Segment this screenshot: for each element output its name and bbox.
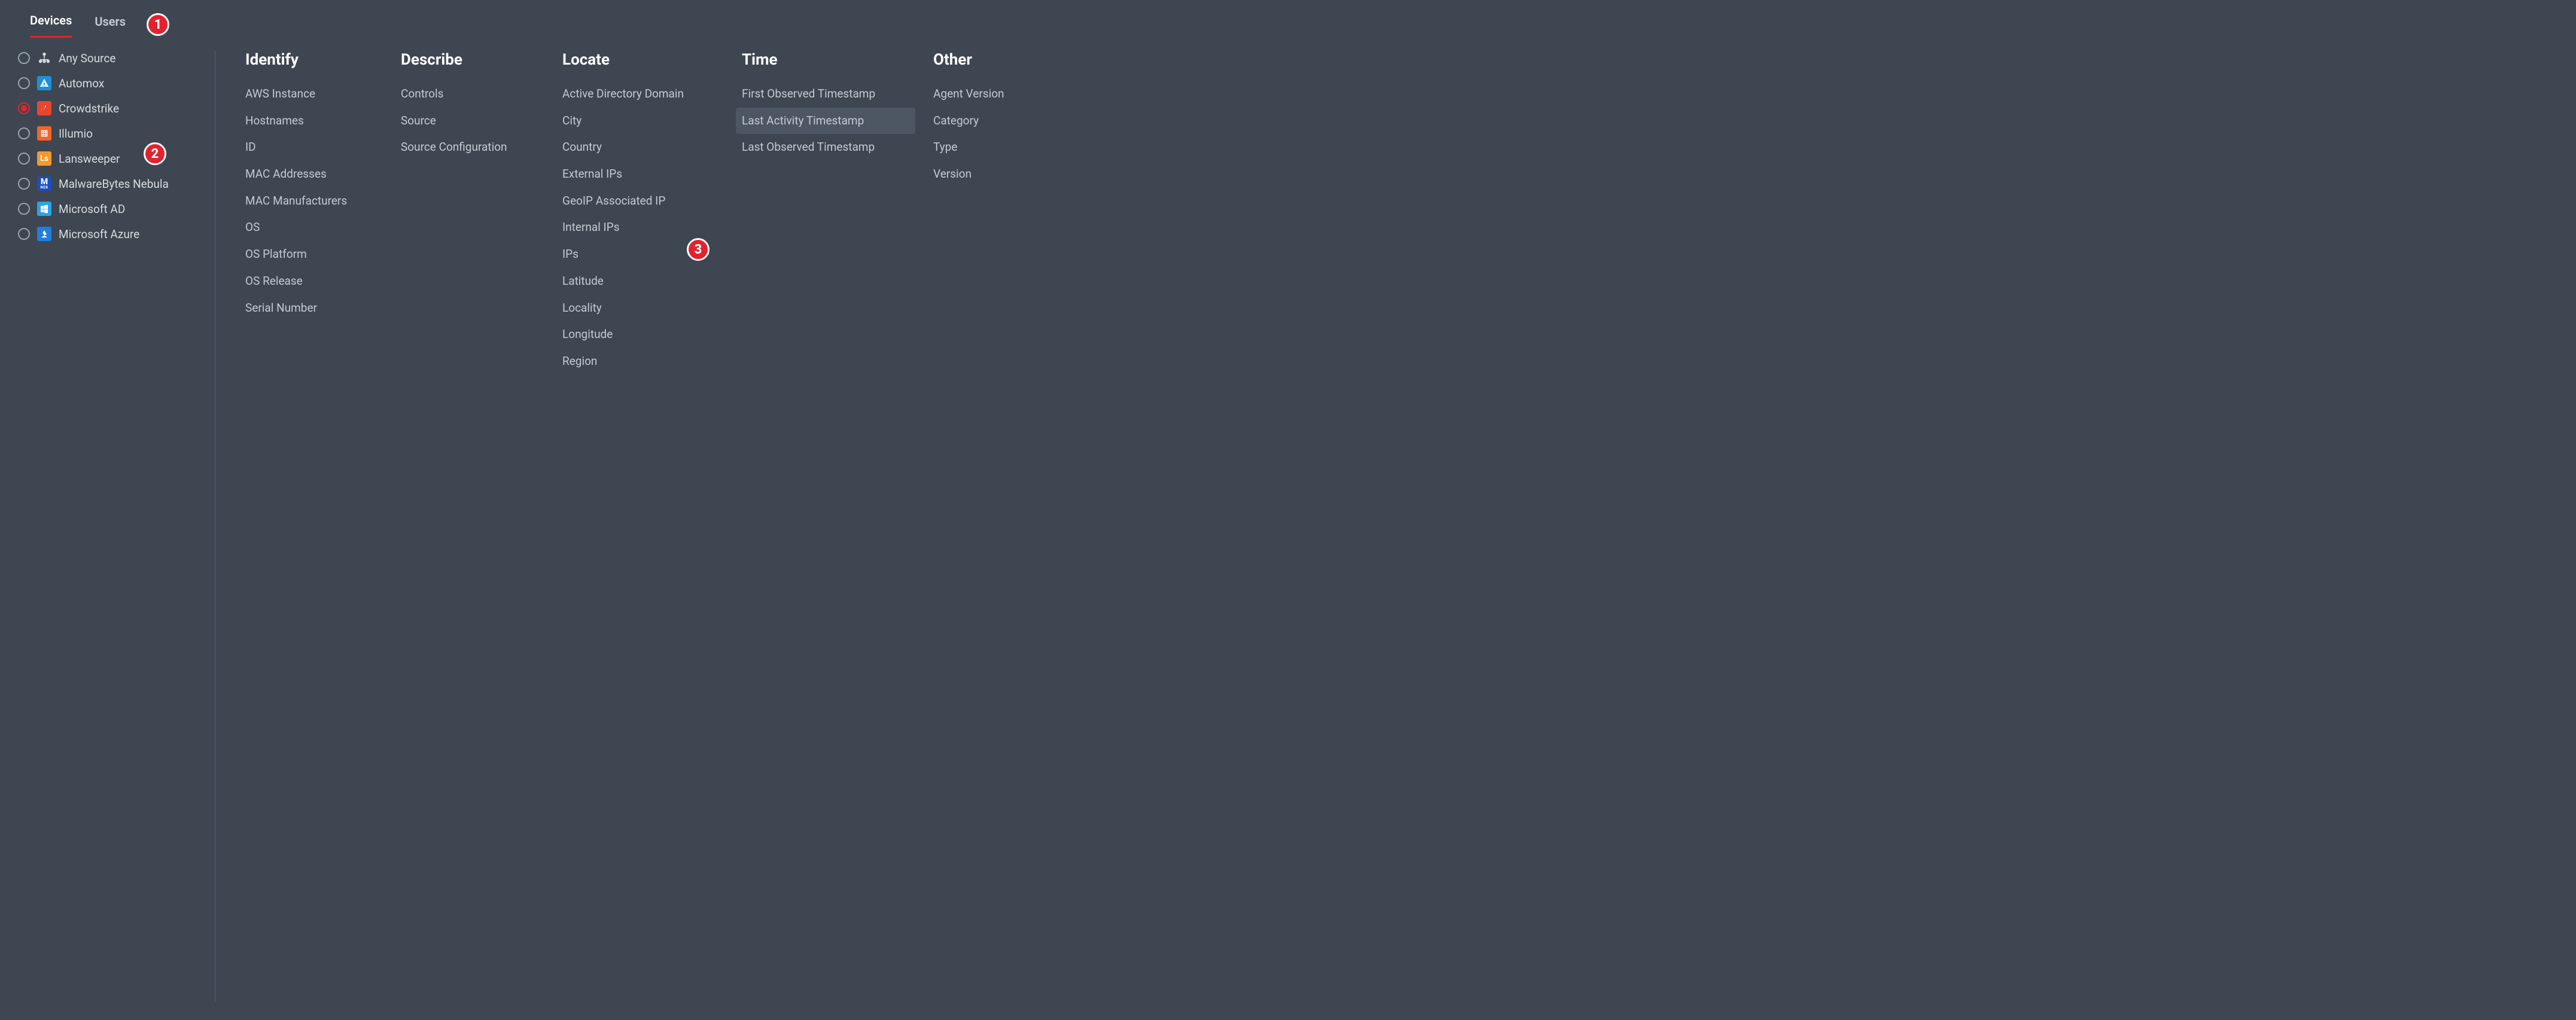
field-type[interactable]: Type bbox=[933, 134, 1035, 161]
source-label: MalwareBytes Nebula bbox=[59, 177, 169, 191]
tab-users[interactable]: Users bbox=[95, 10, 126, 37]
source-label: Automox bbox=[59, 77, 104, 90]
field-id[interactable]: ID bbox=[245, 134, 383, 161]
field-agent-version[interactable]: Agent Version bbox=[933, 81, 1035, 108]
field-aws-instance[interactable]: AWS Instance bbox=[245, 81, 383, 108]
illumio-icon bbox=[37, 126, 51, 141]
field-region[interactable]: Region bbox=[562, 348, 724, 375]
column-heading: Identify bbox=[245, 51, 383, 69]
field-version[interactable]: Version bbox=[933, 161, 1035, 188]
source-label: Illumio bbox=[59, 127, 93, 141]
column-locate: Locate Active Directory DomainCityCountry… bbox=[562, 51, 724, 1002]
field-first-observed-timestamp[interactable]: First Observed Timestamp bbox=[742, 81, 915, 108]
field-last-activity-timestamp[interactable]: Last Activity Timestamp bbox=[736, 108, 915, 135]
field-last-observed-timestamp[interactable]: Last Observed Timestamp bbox=[742, 134, 915, 161]
field-mac-manufacturers[interactable]: MAC Manufacturers bbox=[245, 188, 383, 215]
source-item-malwarebytes-nebula[interactable]: MNEB MalwareBytes Nebula bbox=[18, 176, 204, 191]
any-source-icon bbox=[37, 51, 51, 65]
field-source[interactable]: Source bbox=[401, 108, 544, 135]
field-serial-number[interactable]: Serial Number bbox=[245, 295, 383, 322]
field-active-directory-domain[interactable]: Active Directory Domain bbox=[562, 81, 724, 108]
automox-icon bbox=[37, 76, 51, 90]
radio-icon bbox=[18, 102, 30, 114]
source-item-lansweeper[interactable]: Ls Lansweeper bbox=[18, 151, 204, 166]
radio-icon bbox=[18, 228, 30, 240]
lansweeper-icon: Ls bbox=[37, 151, 51, 166]
field-locality[interactable]: Locality bbox=[562, 295, 724, 322]
malwarebytes-icon: MNEB bbox=[37, 176, 51, 191]
column-describe: Describe ControlsSourceSource Configurati… bbox=[401, 51, 544, 1002]
field-country[interactable]: Country bbox=[562, 134, 724, 161]
radio-icon bbox=[18, 178, 30, 190]
source-item-crowdstrike[interactable]: Crowdstrike bbox=[18, 101, 204, 115]
field-ips[interactable]: IPs bbox=[562, 241, 724, 268]
field-geoip-associated-ip[interactable]: GeoIP Associated IP bbox=[562, 188, 724, 215]
field-os-platform[interactable]: OS Platform bbox=[245, 241, 383, 268]
column-heading: Locate bbox=[562, 51, 724, 69]
source-item-automox[interactable]: Automox bbox=[18, 76, 204, 90]
column-time: TimeFirst Observed TimestampLast Activit… bbox=[742, 51, 915, 1002]
source-item-illumio[interactable]: Illumio bbox=[18, 126, 204, 141]
source-label: Any Source bbox=[59, 51, 115, 65]
radio-icon bbox=[18, 153, 30, 165]
field-latitude[interactable]: Latitude bbox=[562, 268, 724, 295]
field-internal-ips[interactable]: Internal IPs bbox=[562, 214, 724, 241]
field-source-configuration[interactable]: Source Configuration bbox=[401, 134, 544, 161]
field-os[interactable]: OS bbox=[245, 214, 383, 241]
source-list: Any Source Automox Crowdstrike Illumio Ls Lan… bbox=[18, 51, 215, 1002]
tabs-bar: Devices Users bbox=[30, 8, 2558, 38]
field-mac-addresses[interactable]: MAC Addresses bbox=[245, 161, 383, 188]
body: Any Source Automox Crowdstrike Illumio Ls Lan… bbox=[18, 51, 2558, 1002]
field-category[interactable]: Category bbox=[933, 108, 1035, 135]
field-longitude[interactable]: Longitude bbox=[562, 321, 724, 348]
column-heading: Time bbox=[742, 51, 915, 69]
app-root: Devices Users Any Source Automox Crowdstrik… bbox=[0, 0, 2576, 1020]
source-label: Microsoft AD bbox=[59, 202, 125, 216]
source-item-microsoft-ad[interactable]: Microsoft AD bbox=[18, 202, 204, 216]
tab-devices[interactable]: Devices bbox=[30, 8, 72, 38]
column-other: Other Agent VersionCategoryTypeVersion bbox=[933, 51, 1035, 1002]
field-columns: Identify AWS InstanceHostnamesIDMAC Addre… bbox=[215, 51, 2558, 1002]
radio-icon bbox=[18, 127, 30, 139]
crowdstrike-icon bbox=[37, 101, 51, 115]
field-external-ips[interactable]: External IPs bbox=[562, 161, 724, 188]
field-os-release[interactable]: OS Release bbox=[245, 268, 383, 295]
radio-icon bbox=[18, 52, 30, 64]
microsoft-azure-icon bbox=[37, 227, 51, 241]
field-controls[interactable]: Controls bbox=[401, 81, 544, 108]
field-hostnames[interactable]: Hostnames bbox=[245, 108, 383, 135]
radio-icon bbox=[18, 203, 30, 215]
source-label: Microsoft Azure bbox=[59, 227, 139, 241]
source-label: Crowdstrike bbox=[59, 102, 119, 115]
source-item-microsoft-azure[interactable]: Microsoft Azure bbox=[18, 227, 204, 241]
microsoft-ad-icon bbox=[37, 202, 51, 216]
source-label: Lansweeper bbox=[59, 152, 120, 166]
radio-icon bbox=[18, 77, 30, 89]
column-heading: Other bbox=[933, 51, 1035, 69]
source-item-any-source[interactable]: Any Source bbox=[18, 51, 204, 65]
field-city[interactable]: City bbox=[562, 108, 724, 135]
column-heading: Describe bbox=[401, 51, 544, 69]
column-identify: Identify AWS InstanceHostnamesIDMAC Addre… bbox=[245, 51, 383, 1002]
